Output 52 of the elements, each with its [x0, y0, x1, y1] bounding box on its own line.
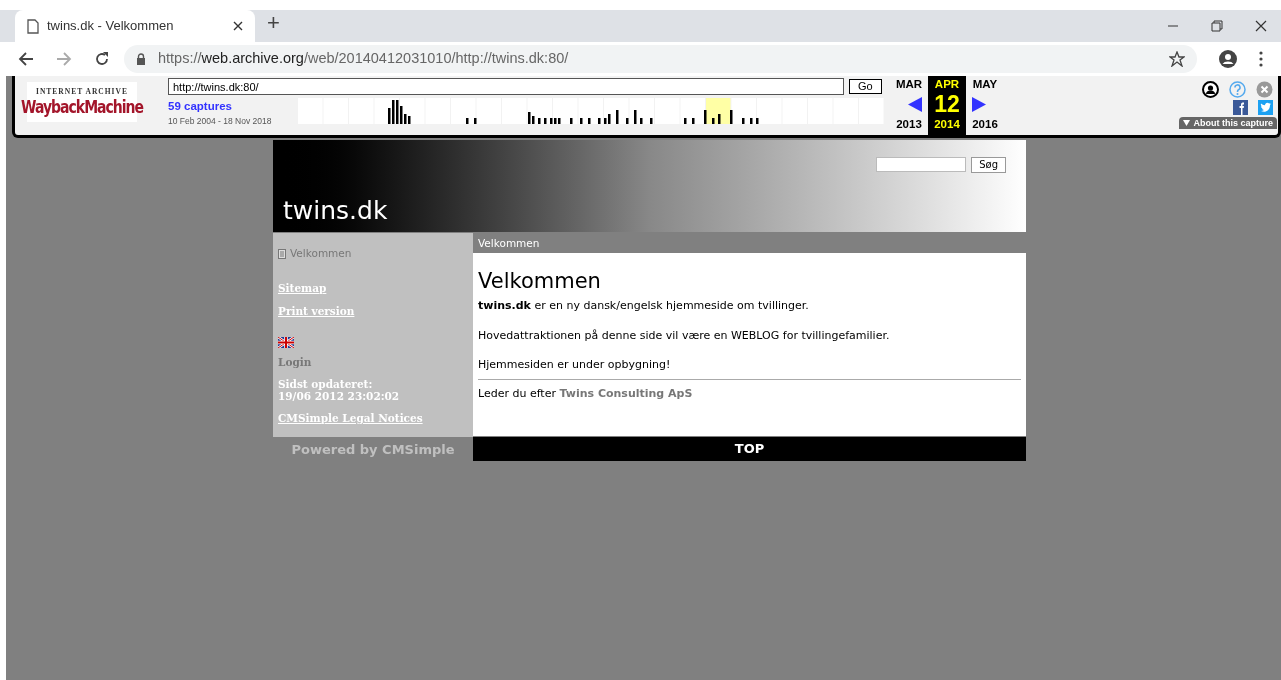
consulting-link[interactable]: Twins Consulting ApS	[559, 386, 693, 400]
paragraph: Leder du efter Twins Consulting ApS	[478, 385, 694, 402]
site-title: twins.dk	[283, 195, 388, 227]
document-icon	[278, 248, 286, 259]
menu-icon[interactable]	[1259, 51, 1263, 67]
month-label: MAY	[972, 77, 998, 92]
last-updated-label: Sidst opdateret:	[278, 379, 374, 390]
year-label: 2016	[972, 116, 998, 132]
close-icon[interactable]	[233, 21, 243, 31]
go-button[interactable]: Go	[849, 79, 882, 94]
facebook-icon[interactable]	[1233, 100, 1248, 115]
browser-tab[interactable]: twins.dk - Velkommen	[15, 10, 255, 42]
flag-icon[interactable]	[278, 337, 294, 349]
back-icon[interactable]	[18, 51, 34, 67]
powered-by-text: Powered by CMSimple	[290, 441, 456, 459]
triangle-icon	[1183, 120, 1191, 126]
day-number: 12	[934, 93, 960, 117]
capture-range: 10 Feb 2004 - 18 Nov 2018	[168, 115, 273, 128]
search-field[interactable]	[876, 157, 967, 172]
month-column[interactable]: MAR 2013	[890, 76, 928, 135]
year-label: 2014	[934, 117, 960, 133]
search-button[interactable]: Søg	[971, 157, 1006, 173]
star-icon[interactable]	[1169, 51, 1185, 67]
last-updated-value: 19/06 2012 23:02:02	[278, 390, 401, 402]
month-label: MAR	[895, 77, 923, 92]
page-heading: Velkommen	[478, 271, 602, 292]
page-icon	[27, 18, 39, 34]
paragraph: Hjemmesiden er under opbygning!	[478, 357, 672, 373]
month-label: APR	[934, 77, 960, 92]
user-icon[interactable]	[1202, 81, 1219, 98]
reload-icon[interactable]	[94, 51, 110, 67]
about-capture-button[interactable]: About this capture	[1179, 117, 1277, 129]
paragraph: twins.dk er en ny dansk/engelsk hjemmeside om tvillinger.	[478, 298, 810, 314]
close-window-icon[interactable]	[1255, 20, 1267, 32]
restore-icon[interactable]	[1211, 20, 1223, 32]
month-column[interactable]: MAY 2016	[966, 76, 1004, 135]
month-column[interactable]: APR 12 2014	[928, 76, 966, 135]
next-arrow-icon[interactable]	[972, 97, 986, 112]
paragraph: Hovedattraktionen på denne side vil være en WEBLOG for tvillingefamilier.	[478, 327, 891, 344]
tab-title: twins.dk - Velkommen	[47, 17, 175, 36]
account-icon[interactable]	[1219, 50, 1237, 68]
logo-main-text: WaybackMachine	[20, 96, 144, 119]
new-tab-button[interactable]: +	[267, 6, 280, 39]
url-input[interactable]: http://twins.dk:80/	[168, 78, 844, 95]
lock-icon	[136, 53, 146, 65]
top-link[interactable]: TOP	[473, 437, 1026, 461]
year-label: 2013	[896, 116, 922, 132]
url-text: https://web.archive.org/web/20140412031010/http://twins.dk:80/	[158, 49, 570, 69]
address-bar[interactable]: https://web.archive.org/web/20140412031010/http://twins.dk:80/	[124, 45, 1197, 73]
previous-arrow-icon[interactable]	[908, 97, 922, 112]
captures-link[interactable]: 59 captures	[168, 98, 294, 116]
bird-icon[interactable]	[1258, 100, 1273, 115]
